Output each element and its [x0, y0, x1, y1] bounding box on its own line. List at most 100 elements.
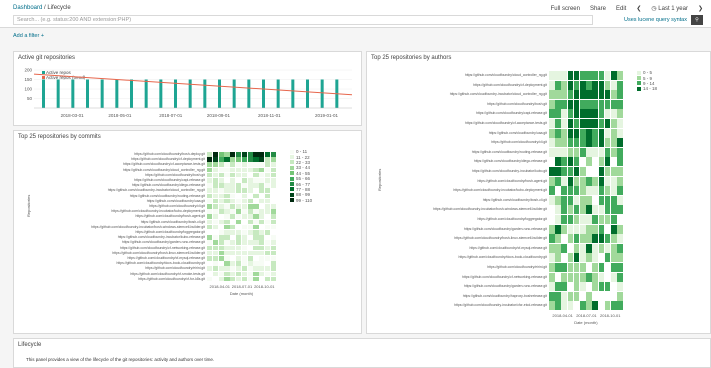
heatmap-cell[interactable] — [270, 271, 277, 277]
heatmap-cell[interactable] — [259, 183, 265, 188]
heatmap-cell[interactable] — [224, 183, 230, 188]
heatmap-cell[interactable] — [224, 188, 230, 194]
heatmap-cell[interactable] — [224, 172, 230, 178]
heatmap-cell[interactable] — [247, 188, 253, 194]
heatmap-cell[interactable] — [617, 128, 623, 138]
heatmap-cell[interactable] — [230, 224, 236, 230]
heatmap-cell[interactable] — [241, 214, 248, 220]
heatmap-cell[interactable] — [230, 188, 236, 194]
heatmap-cell[interactable] — [236, 245, 242, 251]
heatmap-cell[interactable] — [259, 235, 265, 240]
heatmap-cell[interactable] — [253, 224, 259, 230]
heatmap-cell[interactable] — [207, 157, 213, 162]
heatmap-cell[interactable] — [586, 186, 592, 196]
heatmap-cell[interactable] — [611, 90, 617, 100]
heatmap-cell[interactable] — [580, 272, 586, 282]
heatmap-cell[interactable] — [253, 240, 259, 246]
heatmap-cell[interactable] — [555, 99, 561, 109]
heatmap-cell[interactable] — [207, 235, 213, 240]
bar[interactable] — [42, 79, 45, 109]
heatmap-cell[interactable] — [224, 219, 230, 225]
heatmap-cell[interactable] — [218, 235, 224, 240]
heatmap-cell[interactable] — [212, 266, 219, 272]
heatmap-cell[interactable] — [259, 198, 265, 204]
heatmap-cell[interactable] — [604, 234, 611, 244]
heatmap-cell[interactable] — [207, 204, 213, 209]
heatmap-cell[interactable] — [586, 243, 592, 253]
heatmap-cell[interactable] — [617, 167, 623, 177]
heatmap-cell[interactable] — [549, 128, 555, 138]
heatmap-cell[interactable] — [230, 193, 236, 199]
heatmap-cell[interactable] — [555, 71, 561, 81]
heatmap-cell[interactable] — [611, 80, 617, 90]
heatmap-cell[interactable] — [247, 157, 253, 162]
heatmap-cell[interactable] — [236, 261, 242, 266]
heatmap-cell[interactable] — [207, 219, 213, 225]
heatmap-cell[interactable] — [586, 205, 592, 215]
heatmap-cell[interactable] — [611, 263, 617, 273]
bar[interactable] — [276, 79, 280, 109]
heatmap-cell[interactable] — [573, 119, 580, 129]
bar[interactable] — [218, 79, 221, 109]
heatmap-cell[interactable] — [604, 90, 611, 100]
heatmap-cell[interactable] — [604, 167, 611, 177]
heatmap-cell[interactable] — [555, 157, 561, 167]
heatmap-cell[interactable] — [212, 162, 219, 168]
heatmap-cell[interactable] — [580, 109, 586, 119]
heatmap-cell[interactable] — [549, 243, 555, 253]
heatmap-cell[interactable] — [207, 167, 213, 173]
heatmap-cell[interactable] — [580, 90, 586, 100]
heatmap-cell[interactable] — [549, 119, 555, 129]
heatmap-cell[interactable] — [604, 71, 611, 81]
heatmap-cell[interactable] — [580, 205, 586, 215]
heatmap-cell[interactable] — [241, 235, 248, 240]
bar[interactable] — [291, 79, 295, 109]
heatmap-cell[interactable] — [549, 176, 555, 186]
heatmap-cell[interactable] — [586, 272, 592, 282]
heatmap-cell[interactable] — [561, 263, 568, 273]
heatmap-cell[interactable] — [567, 195, 574, 205]
heatmap-cell[interactable] — [580, 176, 586, 186]
heatmap-cell[interactable] — [241, 172, 248, 178]
heatmap-cell[interactable] — [253, 250, 259, 256]
heatmap-cell[interactable] — [218, 172, 224, 178]
heatmap-cell[interactable] — [218, 271, 224, 277]
lucene-syntax-link[interactable]: Uses lucene query syntax — [624, 17, 687, 23]
heatmap-cell[interactable] — [218, 157, 224, 162]
heatmap-cell[interactable] — [598, 195, 605, 205]
heatmap-cell[interactable] — [567, 119, 574, 129]
heatmap-cell[interactable] — [555, 243, 561, 253]
heatmap-cell[interactable] — [230, 198, 236, 204]
heatmap-cell[interactable] — [580, 263, 586, 273]
heatmap-cell[interactable] — [236, 276, 242, 282]
heatmap-cell[interactable] — [586, 147, 592, 157]
heatmap-cell[interactable] — [236, 256, 242, 261]
heatmap-cell[interactable] — [592, 224, 599, 234]
heatmap-cell[interactable] — [241, 224, 248, 230]
heatmap-cell[interactable] — [241, 198, 248, 204]
heatmap-cell[interactable] — [573, 243, 580, 253]
heatmap-cell[interactable] — [270, 167, 277, 173]
heatmap-cell[interactable] — [611, 234, 617, 244]
heatmap-cell[interactable] — [617, 234, 623, 244]
heatmap-cell[interactable] — [592, 243, 599, 253]
heatmap-cell[interactable] — [236, 198, 242, 204]
bar[interactable] — [203, 79, 207, 109]
heatmap-cell[interactable] — [573, 272, 580, 282]
heatmap-cell[interactable] — [270, 266, 277, 272]
heatmap-cell[interactable] — [230, 172, 236, 178]
heatmap-cell[interactable] — [561, 147, 568, 157]
heatmap-cell[interactable] — [592, 176, 599, 186]
heatmap-cell[interactable] — [241, 266, 248, 272]
heatmap-cell[interactable] — [611, 176, 617, 186]
heatmap-cell[interactable] — [212, 167, 219, 173]
heatmap-cell[interactable] — [549, 263, 555, 273]
share-button[interactable]: Share — [590, 6, 606, 12]
heatmap-cell[interactable] — [573, 291, 580, 301]
heatmap-cell[interactable] — [241, 261, 248, 266]
heatmap-cell[interactable] — [592, 119, 599, 129]
heatmap-cell[interactable] — [265, 219, 271, 225]
heatmap-cell[interactable] — [567, 263, 574, 273]
heatmap-cell[interactable] — [611, 215, 617, 225]
heatmap-cell[interactable] — [617, 282, 623, 292]
